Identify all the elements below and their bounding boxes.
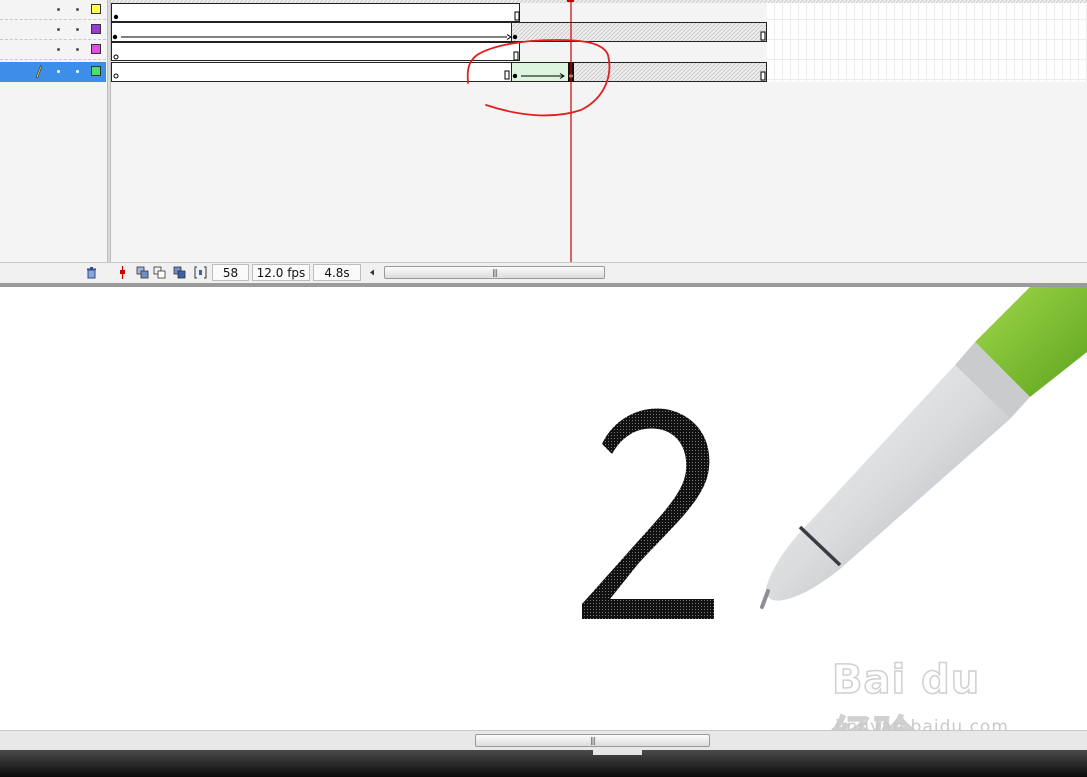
frame-rate-display[interactable]: 12.0 fps <box>252 264 310 281</box>
layer-color-swatch[interactable] <box>91 66 101 76</box>
window-bottom-frame <box>0 750 1087 777</box>
layer-row[interactable] <box>0 40 106 60</box>
panel-collapse-tab[interactable] <box>593 750 642 755</box>
timeline-toolbar: 58 12.0 fps 4.8s ||| <box>0 262 1087 283</box>
edit-multiple-frames-icon[interactable] <box>173 266 186 279</box>
frames-grid[interactable] <box>111 0 1087 262</box>
visibility-dot[interactable] <box>57 70 60 73</box>
lock-dot[interactable] <box>76 8 79 11</box>
stage-scrollbar-thumb[interactable]: ||| <box>475 734 710 747</box>
elapsed-time-display: 4.8s <box>313 264 361 281</box>
layer-row[interactable] <box>0 0 106 20</box>
watermark-url: jingyan.baidu.com <box>835 717 1009 730</box>
timeline-panel: 58 12.0 fps 4.8s ||| <box>0 0 1087 283</box>
onion-skin-icon[interactable] <box>136 266 149 279</box>
visibility-dot[interactable] <box>57 8 60 11</box>
grip-icon: ||| <box>491 268 498 277</box>
lock-dot[interactable] <box>76 28 79 31</box>
layer-color-swatch[interactable] <box>91 4 101 14</box>
onion-markers-icon[interactable] <box>194 266 207 279</box>
layer-color-swatch[interactable] <box>91 44 101 54</box>
grip-icon: ||| <box>589 736 596 745</box>
lock-dot[interactable] <box>76 70 79 73</box>
visibility-dot[interactable] <box>57 48 60 51</box>
baidu-watermark: Bai du 经验 jingyan.baidu.com <box>831 656 1032 730</box>
stage-scrollbar[interactable]: ||| <box>0 730 1087 750</box>
trash-icon[interactable] <box>85 266 98 279</box>
playhead-icon[interactable] <box>116 266 129 279</box>
layer-color-swatch[interactable] <box>91 24 101 34</box>
current-frame-display: 58 <box>212 264 249 281</box>
lock-dot[interactable] <box>76 48 79 51</box>
onion-skin-outline-icon[interactable] <box>153 266 166 279</box>
visibility-dot[interactable] <box>57 28 60 31</box>
layer-row[interactable] <box>0 20 106 40</box>
layer-list <box>0 0 107 262</box>
pencil-icon <box>36 65 42 78</box>
timeline-scrollbar-thumb[interactable]: ||| <box>384 266 605 279</box>
pen-illustration <box>760 287 1087 609</box>
stage-canvas[interactable]: 2 Bai du 经验 jingyan.baidu.com <box>0 287 1087 730</box>
stage-character-glyph <box>582 408 714 619</box>
layer-row-selected[interactable] <box>0 62 106 82</box>
scroll-left-arrow-icon[interactable] <box>368 266 376 279</box>
